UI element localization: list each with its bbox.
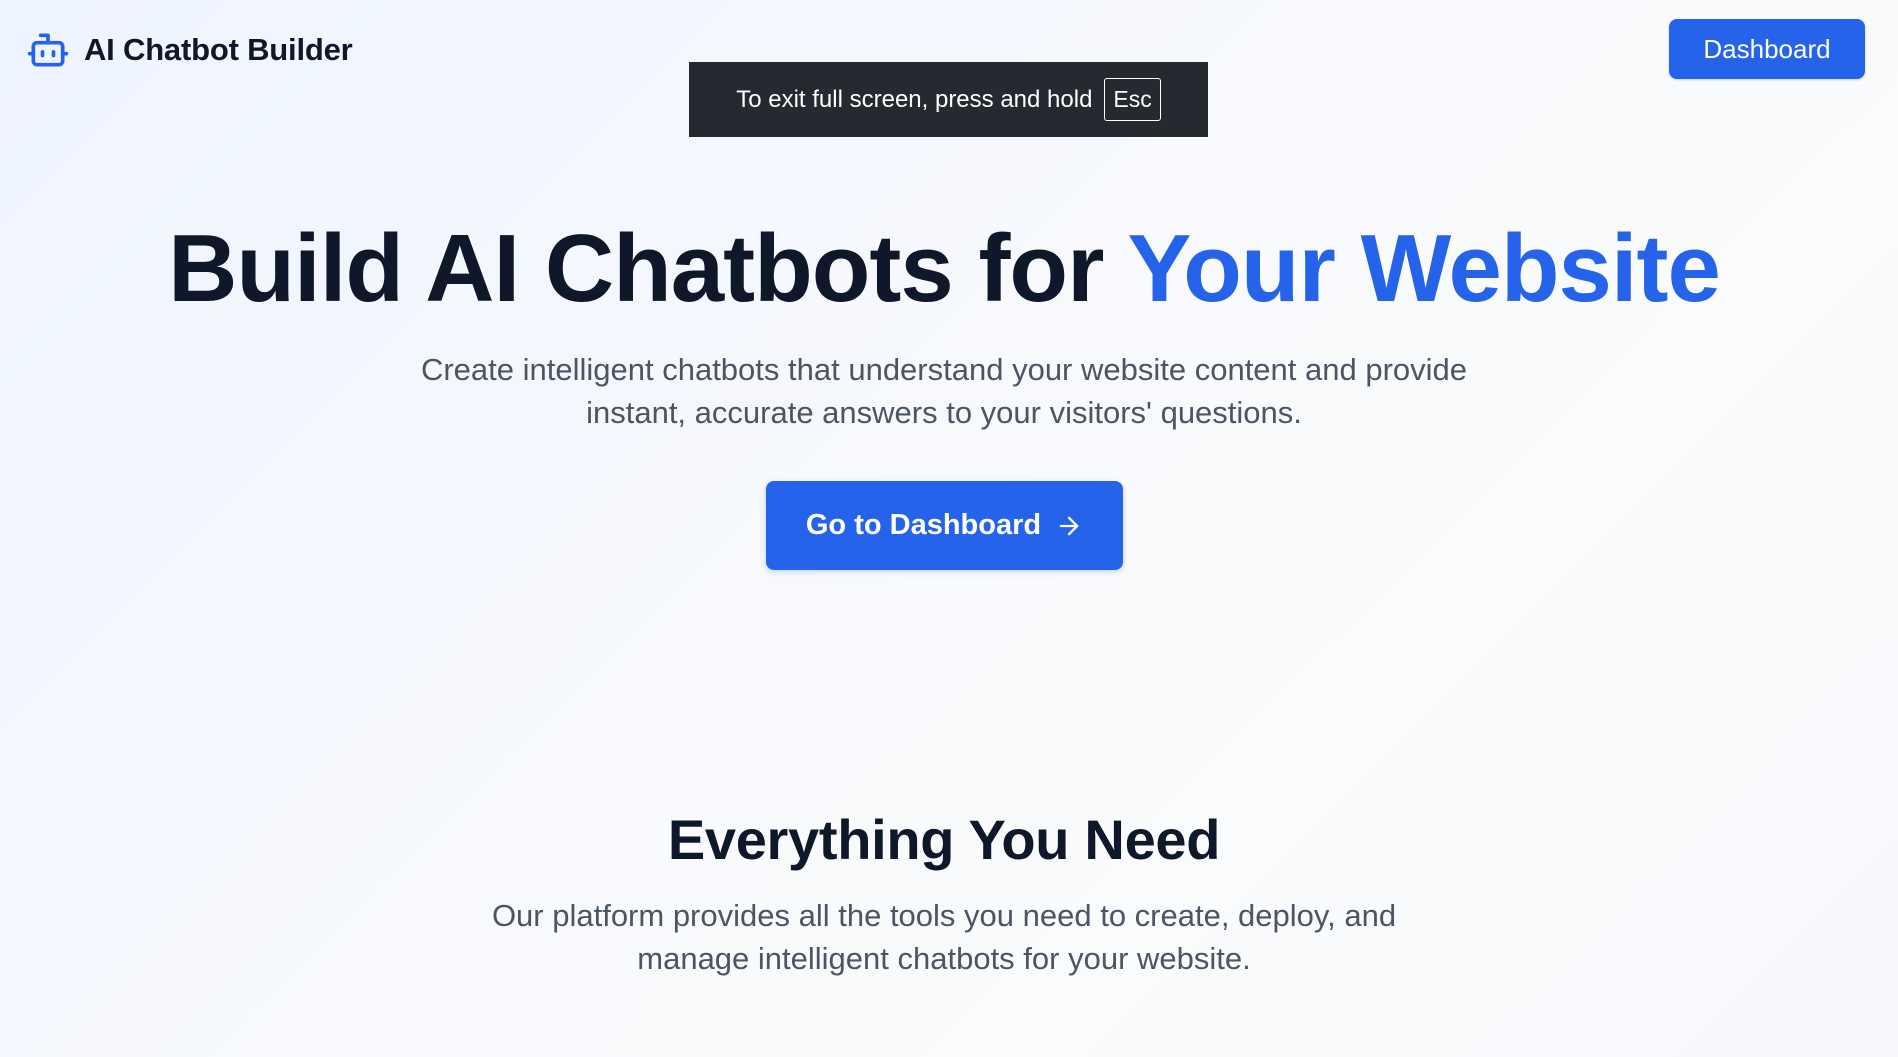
arrow-right-icon bbox=[1059, 516, 1079, 535]
brand-name: AI Chatbot Builder bbox=[84, 32, 353, 67]
esc-key-badge: Esc bbox=[1104, 78, 1161, 121]
dashboard-button[interactable]: Dashboard bbox=[1669, 19, 1865, 79]
features-title: Everything You Need bbox=[667, 808, 1221, 871]
robot-icon bbox=[27, 33, 69, 67]
hero-title-accent: Your Website bbox=[1127, 215, 1721, 322]
hero-subtitle: Create intelligent chatbots that underst… bbox=[420, 352, 1468, 430]
hero-title-main: Build AI Chatbots for bbox=[168, 215, 1128, 322]
hero-title: Build AI Chatbots for Your Website bbox=[0, 216, 1888, 322]
cta-label: Go to Dashboard bbox=[805, 509, 1042, 541]
fullscreen-exit-notice: To exit full screen, press and hold Esc bbox=[689, 62, 1208, 137]
brand-logo[interactable]: AI Chatbot Builder bbox=[26, 28, 353, 72]
go-to-dashboard-button[interactable]: Go to Dashboard bbox=[766, 481, 1123, 570]
fullscreen-notice-text: To exit full screen, press and hold bbox=[736, 85, 1093, 113]
features-subtitle: Our platform provides all the tools you … bbox=[491, 898, 1397, 976]
